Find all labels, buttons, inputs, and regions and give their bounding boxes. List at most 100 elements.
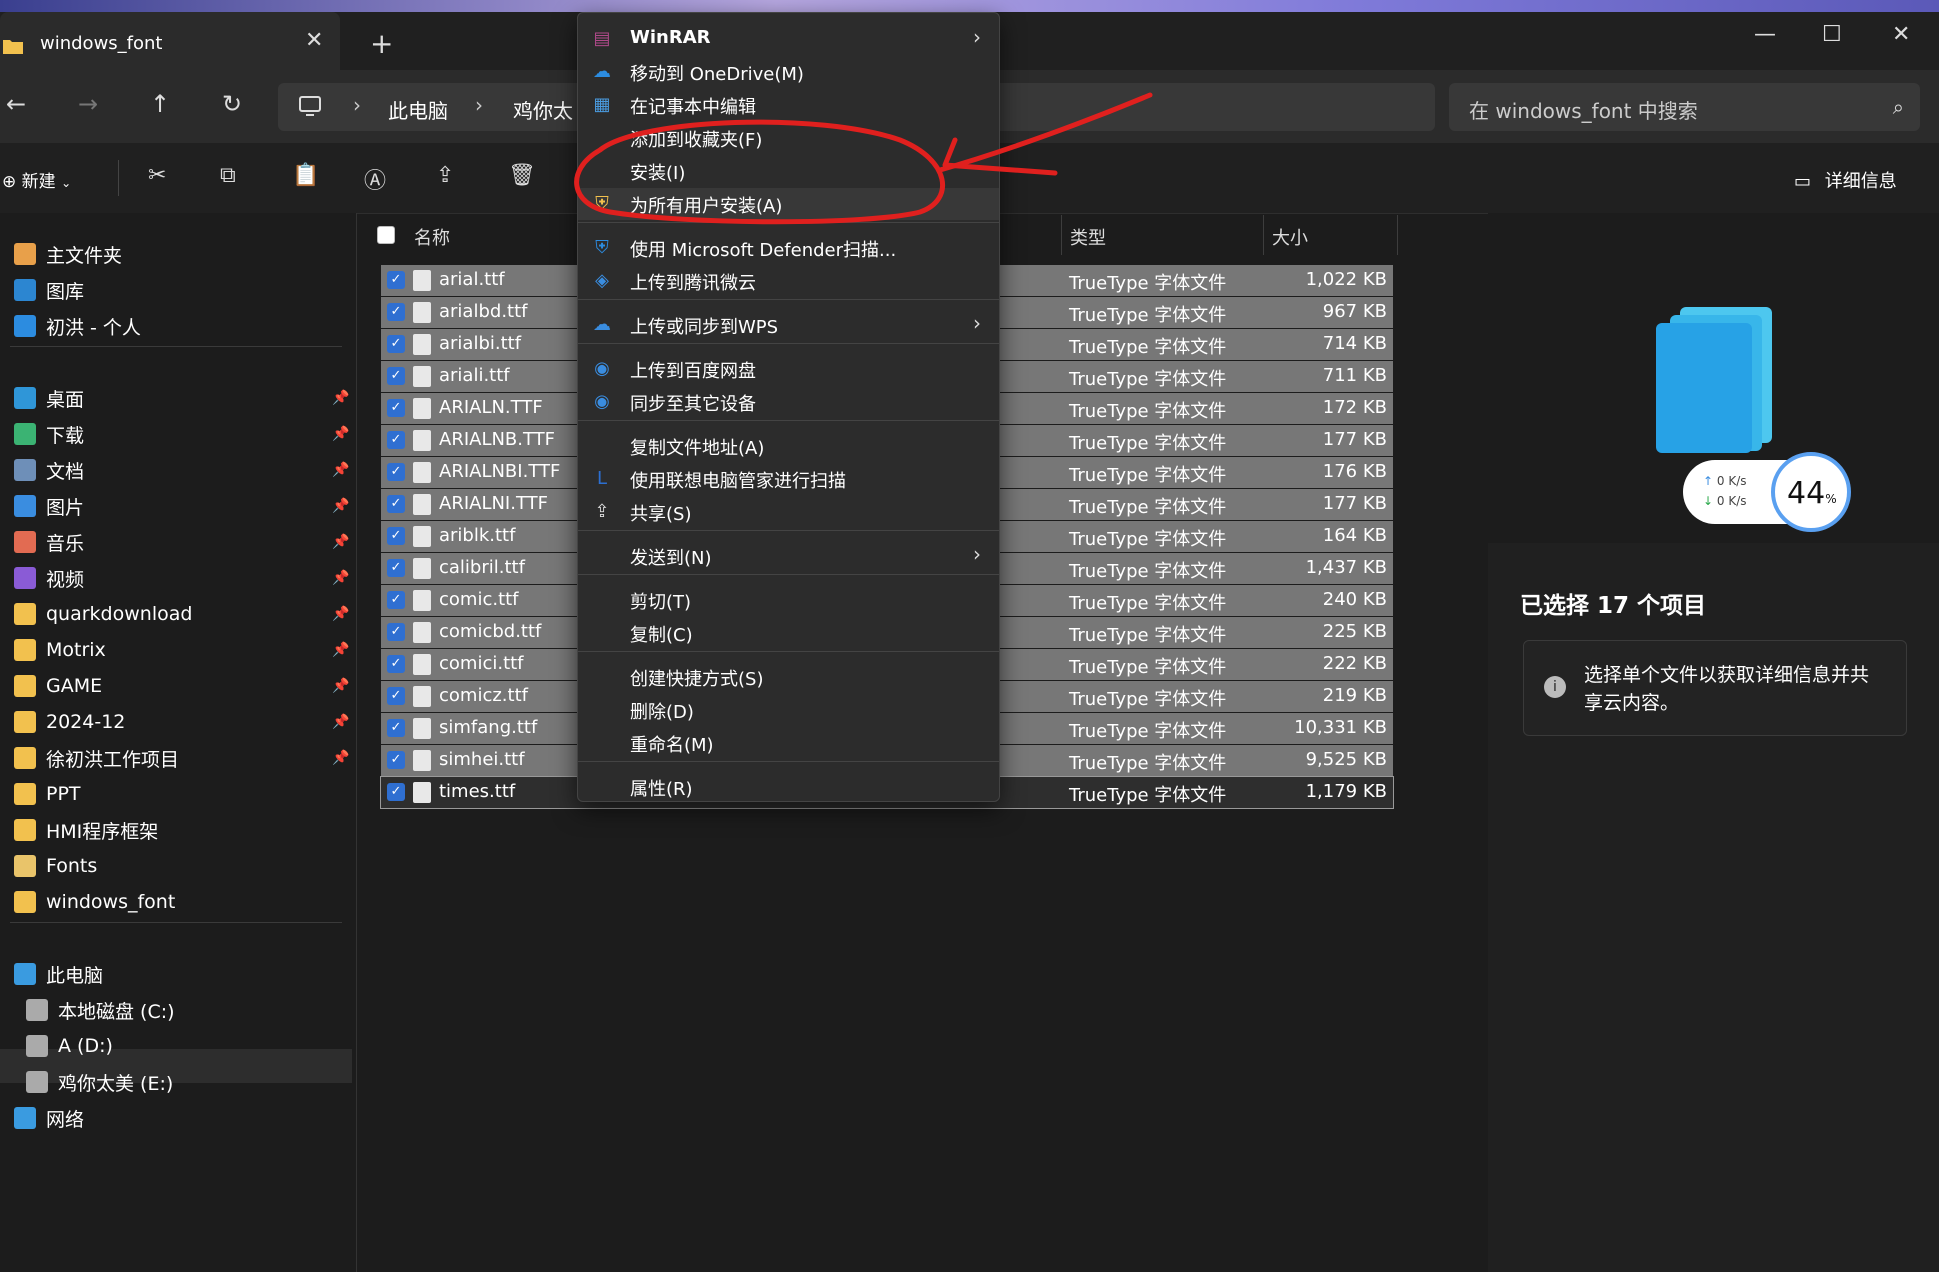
context-menu-item[interactable]: ▤ WinRAR › — [578, 23, 999, 55]
sidebar-item[interactable]: HMI程序框架 — [14, 814, 158, 846]
context-menu-item-label: 上传到腾讯微云 — [630, 273, 756, 294]
context-menu-item[interactable]: ◉ 上传到百度网盘 — [578, 353, 999, 385]
sidebar-item[interactable]: 主文件夹 — [14, 238, 122, 270]
column-divider[interactable] — [1397, 215, 1398, 255]
sidebar-item[interactable]: A (D:) — [26, 1030, 113, 1062]
context-menu-item[interactable]: ⇪ 共享(S) — [578, 496, 999, 528]
context-menu-item[interactable]: 删除(D) — [578, 694, 999, 726]
copy-icon[interactable]: ⧉ — [220, 163, 236, 188]
sidebar-item[interactable]: 图库 — [14, 274, 84, 306]
row-checkbox[interactable]: ✓ — [387, 367, 405, 385]
delete-icon[interactable]: 🗑 — [508, 163, 536, 188]
row-checkbox[interactable]: ✓ — [387, 687, 405, 705]
row-checkbox[interactable]: ✓ — [387, 719, 405, 737]
context-menu-item[interactable]: 复制(C) — [578, 617, 999, 649]
sidebar-item[interactable]: PPT — [14, 778, 81, 810]
row-checkbox[interactable]: ✓ — [387, 431, 405, 449]
context-menu-item[interactable]: 添加到收藏夹(F) — [578, 122, 999, 154]
sidebar-item[interactable]: 徐初洪工作项目 📌 — [14, 742, 349, 774]
context-menu-item[interactable]: 发送到(N) › — [578, 540, 999, 572]
tab-windows-font[interactable]: windows_font ✕ — [0, 12, 340, 70]
sidebar-item[interactable]: 桌面 📌 — [14, 382, 349, 414]
context-menu-item[interactable]: 属性(R) — [578, 771, 999, 803]
new-tab-button[interactable]: + — [370, 30, 393, 58]
row-checkbox[interactable]: ✓ — [387, 591, 405, 609]
context-menu-item[interactable]: 安装(I) — [578, 155, 999, 187]
sidebar-item[interactable]: 2024-12 📌 — [14, 706, 349, 738]
column-divider[interactable] — [1061, 215, 1062, 255]
breadcrumb-drive[interactable]: 鸡你太 — [513, 95, 573, 124]
refresh-button[interactable]: ↻ — [222, 90, 242, 118]
context-menu-item[interactable]: ⛨ 使用 Microsoft Defender扫描... — [578, 232, 999, 264]
row-checkbox[interactable]: ✓ — [387, 751, 405, 769]
sidebar-item[interactable]: GAME 📌 — [14, 670, 349, 702]
maximize-button[interactable]: ☐ — [1822, 22, 1842, 47]
column-header-name[interactable]: 名称 — [414, 224, 450, 269]
context-menu-item[interactable]: 创建快捷方式(S) — [578, 661, 999, 693]
context-menu-item-label: 删除(D) — [630, 702, 694, 723]
sidebar-item[interactable]: quarkdownload 📌 — [14, 598, 349, 630]
breadcrumb-this-pc[interactable]: 此电脑 — [388, 95, 448, 124]
rename-icon[interactable]: Ⓐ — [364, 163, 386, 195]
column-divider[interactable] — [1263, 215, 1264, 255]
context-menu-item[interactable]: 复制文件地址(A) — [578, 430, 999, 462]
baidu-sync-icon: ◉ — [594, 391, 610, 412]
pane-splitter[interactable] — [356, 213, 357, 1272]
row-checkbox[interactable]: ✓ — [387, 623, 405, 641]
row-checkbox[interactable]: ✓ — [387, 335, 405, 353]
context-menu-item[interactable]: ☁ 上传或同步到WPS › — [578, 309, 999, 341]
row-checkbox[interactable]: ✓ — [387, 303, 405, 321]
sidebar-item[interactable]: 本地磁盘 (C:) — [26, 994, 175, 1026]
cut-icon[interactable]: ✂ — [148, 163, 166, 188]
folder-icon — [14, 783, 36, 805]
context-menu-item[interactable]: L 使用联想电脑管家进行扫描 — [578, 463, 999, 495]
paste-icon[interactable]: 📋 — [292, 163, 319, 188]
row-checkbox[interactable]: ✓ — [387, 655, 405, 673]
close-window-button[interactable]: ✕ — [1892, 22, 1910, 47]
sidebar-divider — [10, 346, 342, 347]
close-tab-icon[interactable]: ✕ — [305, 28, 323, 53]
row-checkbox[interactable]: ✓ — [387, 559, 405, 577]
search-input[interactable]: 在 windows_font 中搜索 — [1469, 95, 1698, 124]
sidebar-item[interactable]: 文档 📌 — [14, 454, 349, 486]
sidebar-item[interactable]: 此电脑 — [14, 958, 103, 990]
sidebar-item[interactable]: 视频 📌 — [14, 562, 349, 594]
context-menu-item[interactable]: 重命名(M) — [578, 727, 999, 759]
context-menu-item[interactable]: 剪切(T) — [578, 584, 999, 616]
sidebar-item[interactable]: 初洪 - 个人 — [14, 310, 141, 342]
context-menu-item[interactable]: ◈ 上传到腾讯微云 — [578, 265, 999, 297]
context-menu-separator — [578, 574, 999, 575]
sidebar-item[interactable]: windows_font — [14, 886, 175, 918]
column-header-type[interactable]: 类型 — [1070, 224, 1106, 269]
share-icon[interactable]: ⇪ — [436, 163, 454, 188]
context-menu-item[interactable]: ☁ 移动到 OneDrive(M) — [578, 56, 999, 88]
column-header-size[interactable]: 大小 — [1272, 224, 1308, 269]
sidebar-item[interactable]: Fonts — [14, 850, 97, 882]
sidebar-item[interactable]: Motrix 📌 — [14, 634, 349, 666]
up-button[interactable]: ↑ — [150, 90, 170, 118]
row-checkbox[interactable]: ✓ — [387, 463, 405, 481]
sidebar-item[interactable]: 下载 📌 — [14, 418, 349, 450]
row-checkbox[interactable]: ✓ — [387, 399, 405, 417]
minimize-button[interactable]: — — [1754, 22, 1776, 47]
sidebar-item[interactable]: 网络 — [14, 1102, 84, 1134]
row-checkbox[interactable]: ✓ — [387, 527, 405, 545]
sidebar-item-label: 网络 — [46, 1108, 85, 1131]
row-checkbox[interactable]: ✓ — [387, 271, 405, 289]
details-button[interactable]: ▭ 详细信息 — [1794, 167, 1897, 193]
context-menu-item[interactable]: ⛨ 为所有用户安装(A) — [578, 188, 999, 220]
new-button[interactable]: ⊕ 新建 ⌄ — [2, 167, 71, 192]
context-menu-item-label: 在记事本中编辑 — [630, 97, 756, 118]
forward-button[interactable]: → — [78, 90, 98, 118]
row-checkbox[interactable]: ✓ — [387, 783, 405, 801]
back-button[interactable]: ← — [6, 90, 26, 118]
sidebar-item[interactable]: 音乐 📌 — [14, 526, 349, 558]
memory-usage-ring[interactable]: 44% — [1771, 452, 1851, 532]
sidebar-item[interactable]: 图片 📌 — [14, 490, 349, 522]
search-box[interactable]: 在 windows_font 中搜索 ⌕ — [1449, 83, 1920, 131]
context-menu-item[interactable]: ▦ 在记事本中编辑 — [578, 89, 999, 121]
select-all-checkbox[interactable] — [377, 213, 395, 258]
row-checkbox[interactable]: ✓ — [387, 495, 405, 513]
sidebar-item[interactable]: 鸡你太美 (E:) — [26, 1066, 173, 1098]
context-menu-item[interactable]: ◉ 同步至其它设备 — [578, 386, 999, 418]
